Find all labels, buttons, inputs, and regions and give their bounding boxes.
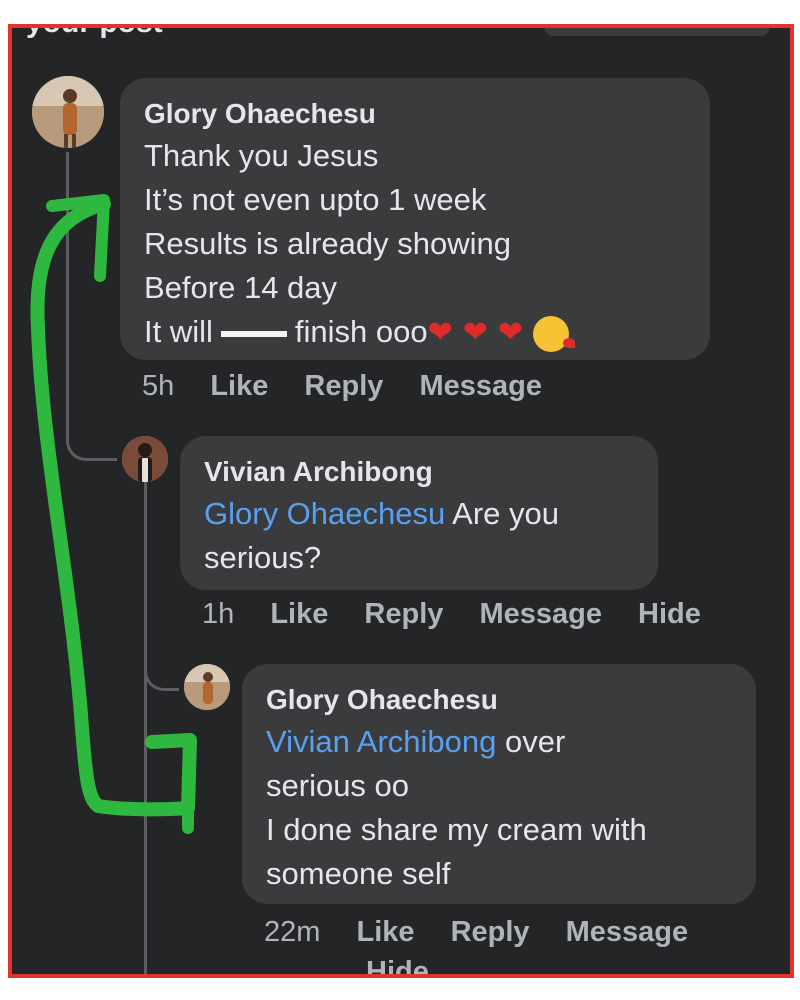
thread-elbow-1 [66,408,117,461]
avatar-vivian[interactable] [122,436,168,482]
reply-button[interactable]: Reply [304,370,383,402]
like-button[interactable]: Like [356,916,414,948]
like-button[interactable]: Like [270,598,328,630]
comment-time[interactable]: 1h [202,598,234,630]
comment-actions-2: 1h Like Reply Message Hide [202,598,729,631]
comment-text-line: It’s not even upto 1 week [144,182,487,217]
comment-text-line: Glory Ohaechesu Are you [204,492,634,536]
comment-text: Are you [452,496,559,531]
red-heart-icon: ❤ [427,316,453,349]
message-button[interactable]: Message [479,598,602,630]
comment-bubble-2: Vivian Archibong Glory Ohaechesu Are you… [180,436,658,590]
comment-text-line: Vivian Archibong over [266,720,732,764]
comment-text-end: finish ooo [294,314,428,349]
comment-text: over [505,724,566,759]
comment-author[interactable]: Glory Ohaechesu [266,680,732,720]
screenshot-frame: your post Glory Ohaechesu Thank you Jesu… [8,24,794,978]
hide-button[interactable]: Hide [638,598,701,630]
comment-text-line: Results is already showing [144,226,512,261]
mention-link[interactable]: Vivian Archibong [266,724,496,759]
avatar-glory-photo [32,76,104,148]
censored-block [220,330,287,337]
comment-bubble-3: Glory Ohaechesu Vivian Archibong over se… [242,664,756,904]
comment-time[interactable]: 5h [142,370,174,402]
post-header-cut-text: your post [26,28,163,40]
header-action-box[interactable] [544,28,770,36]
avatar-vivian-photo [122,436,168,482]
comment-bubble-1: Glory Ohaechesu Thank you Jesus It’s not… [120,78,710,360]
red-heart-icon: ❤ [497,316,524,349]
comment-text-line: serious? [204,540,322,575]
hide-button[interactable]: Hide [366,952,736,974]
comment-text-line: serious oo [266,768,410,803]
comment-text-line: Before 14 day [144,270,338,305]
thread-line-reply [144,478,147,974]
like-button[interactable]: Like [210,370,268,402]
avatar-glory[interactable] [184,664,230,710]
comment-actions-1: 5h Like Reply Message [142,370,570,403]
avatar-glory[interactable] [32,76,104,148]
thread-elbow-2 [144,648,179,691]
message-button[interactable]: Message [419,370,542,402]
comment-text-line: I done share my cream with [266,812,647,847]
comment-actions-3: 22m Like Reply Message Hide [264,912,764,974]
message-button[interactable]: Message [566,916,689,948]
comment-author[interactable]: Vivian Archibong [204,452,634,492]
comment-time[interactable]: 22m [264,916,320,948]
avatar-glory-photo [184,664,230,710]
comment-text-start: It will [144,314,213,349]
reply-button[interactable]: Reply [451,916,530,948]
comment-text-line-last: It will finish ooo❤ ❤ ❤ [144,310,686,355]
face-blowing-kiss-icon [533,315,576,352]
comment-author[interactable]: Glory Ohaechesu [144,94,686,134]
thread-line-main [66,152,69,442]
reply-button[interactable]: Reply [364,598,443,630]
comment-text-line: someone self [266,856,451,891]
mention-link[interactable]: Glory Ohaechesu [204,496,445,531]
comment-text-line: Thank you Jesus [144,138,379,173]
red-heart-icon: ❤ [462,316,488,349]
